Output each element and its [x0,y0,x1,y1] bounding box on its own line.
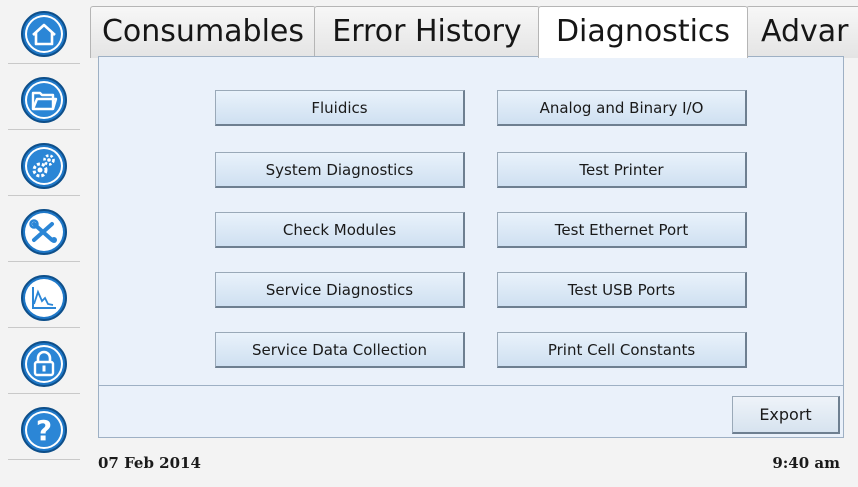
lock-icon [21,341,67,387]
print-cell-constants-button[interactable]: Print Cell Constants [497,332,747,368]
analysis-button[interactable] [0,264,88,328]
tab-bar: Consumables Error History Diagnostics Ad… [90,0,858,58]
home-icon [21,11,67,57]
analog-binary-io-button[interactable]: Analog and Binary I/O [497,90,747,126]
lock-button[interactable] [0,330,88,394]
home-button[interactable] [0,0,88,64]
help-button[interactable]: ? [0,396,88,460]
test-printer-button[interactable]: Test Printer [497,152,747,188]
check-modules-button[interactable]: Check Modules [215,212,465,248]
tab-advanced[interactable]: Advar [746,6,858,58]
status-time: 9:40 am [772,454,840,472]
fluidics-button[interactable]: Fluidics [215,90,465,126]
svg-text:?: ? [36,414,52,447]
test-usb-ports-button[interactable]: Test USB Ports [497,272,747,308]
tab-consumables[interactable]: Consumables [90,6,316,58]
tab-error-history[interactable]: Error History [314,6,540,58]
system-diagnostics-button[interactable]: System Diagnostics [215,152,465,188]
settings-button[interactable] [0,132,88,196]
folder-icon [21,77,67,123]
chart-icon [21,275,67,321]
sidebar: ? [0,0,90,487]
gears-icon [21,143,67,189]
service-data-collection-button[interactable]: Service Data Collection [215,332,465,368]
export-button[interactable]: Export [732,396,840,434]
test-ethernet-port-button[interactable]: Test Ethernet Port [497,212,747,248]
tools-icon [21,209,67,255]
service-diagnostics-button[interactable]: Service Diagnostics [215,272,465,308]
tab-diagnostics[interactable]: Diagnostics [538,6,748,58]
tools-button[interactable] [0,198,88,262]
status-bar: 07 Feb 2014 9:40 am [98,444,844,484]
folder-button[interactable] [0,66,88,130]
help-icon: ? [21,407,67,453]
diagnostics-panel: Fluidics System Diagnostics Check Module… [98,56,844,386]
status-date: 07 Feb 2014 [98,454,201,472]
